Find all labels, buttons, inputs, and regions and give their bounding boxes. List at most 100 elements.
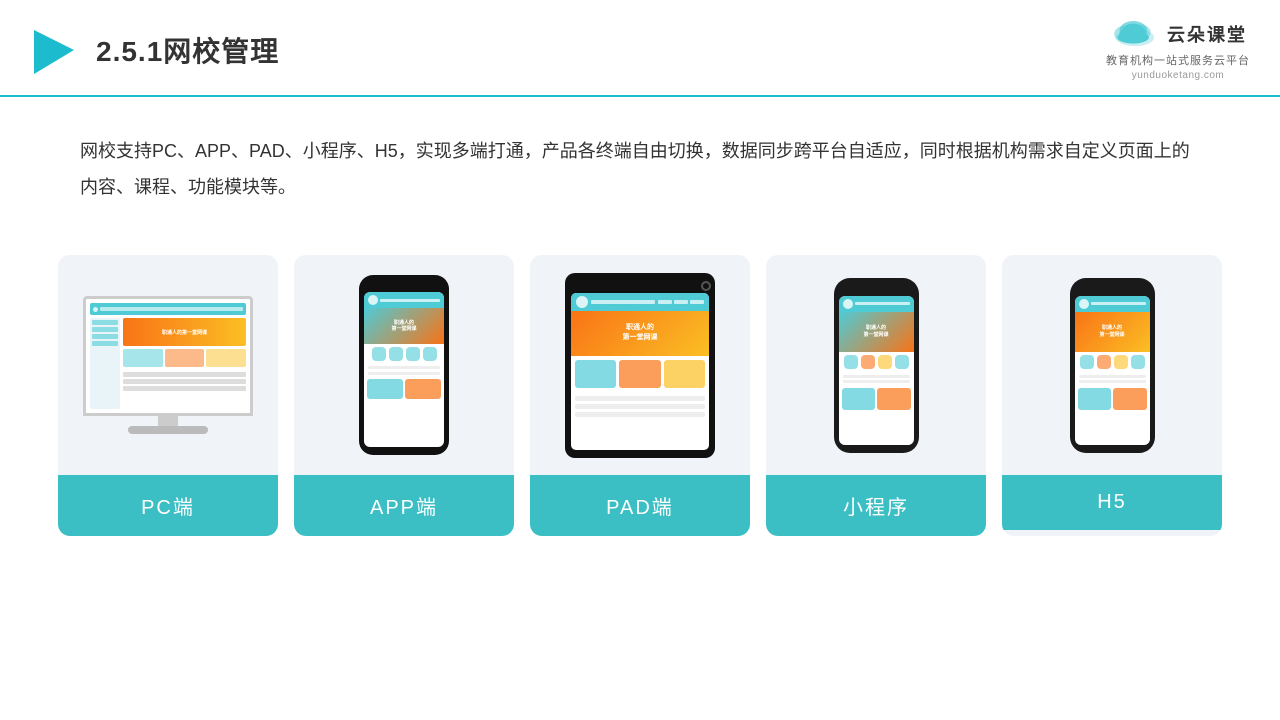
pc-cards-row <box>123 349 246 367</box>
tablet-banner: 职通人的第一堂网课 <box>571 311 709 356</box>
tablet-nav-1 <box>658 300 672 304</box>
mini-icon-2 <box>861 355 875 369</box>
card-label-miniprogram: 小程序 <box>766 475 986 536</box>
phone-banner-text-app: 职通人的第一堂网课 <box>391 320 416 333</box>
tablet-screen-header <box>571 293 709 311</box>
tablet-home-btn <box>701 281 711 291</box>
mini-icon-1 <box>844 355 858 369</box>
tablet-rows <box>571 392 709 421</box>
mini-banner-text-h5: 职通人的第一堂网课 <box>1099 325 1124 339</box>
phone-crd-1 <box>367 379 403 399</box>
phone-mini-mockup-mp: 职通人的第一堂网课 <box>834 278 919 453</box>
pc-search-bar <box>100 307 243 311</box>
tablet-row-1 <box>575 396 705 401</box>
mini-title-mp <box>855 302 910 305</box>
pc-content: 职通人的第一堂网课 <box>90 318 246 409</box>
tablet-logo <box>576 296 588 308</box>
pc-menu-4 <box>92 341 118 346</box>
pc-rows <box>123 372 246 391</box>
description-area: 网校支持PC、APP、PAD、小程序、H5，实现多端打通，产品各终端自由切换，数… <box>0 97 1280 225</box>
phone-icon-1 <box>372 347 386 361</box>
pc-menu-1 <box>92 320 118 325</box>
mini-card-1 <box>842 388 876 410</box>
mini-screen-header-h5 <box>1075 296 1150 312</box>
h5-icon-4 <box>1131 355 1145 369</box>
pc-card-1 <box>123 349 163 367</box>
logo-area: 云朵课堂 教育机构一站式服务云平台 yunduoketang.com <box>1106 18 1250 81</box>
h5-icon-2 <box>1097 355 1111 369</box>
h5-card-1 <box>1078 388 1112 410</box>
card-pc: 职通人的第一堂网课 <box>58 255 278 536</box>
pc-dot-1 <box>93 307 98 312</box>
pc-row-2 <box>123 379 246 384</box>
card-label-h5: H5 <box>1002 475 1222 530</box>
phone-mini-notch-h5 <box>1100 288 1124 293</box>
tablet-row-2 <box>575 404 705 409</box>
mini-logo-h5 <box>1079 299 1089 309</box>
tablet-card-2 <box>619 360 660 388</box>
card-app: 职通人的第一堂网课 <box>294 255 514 536</box>
pc-card-3 <box>206 349 246 367</box>
mini-cards-mp <box>839 386 914 412</box>
tablet-mockup: 职通人的第一堂网课 <box>565 273 715 458</box>
pc-row-3 <box>123 386 246 391</box>
tablet-banner-text: 职通人的第一堂网课 <box>623 323 658 343</box>
phone-mini-screen-h5: 职通人的第一堂网课 <box>1075 296 1150 445</box>
card-pad: 职通人的第一堂网课 PAD端 <box>530 255 750 536</box>
phone-notch-app <box>390 283 418 289</box>
phone-mini-mockup-h5: 职通人的第一堂网课 <box>1070 278 1155 453</box>
card-pc-image: 职通人的第一堂网课 <box>58 255 278 475</box>
phone-content-app <box>364 364 444 377</box>
tablet-nav-2 <box>674 300 688 304</box>
mini-icon-3 <box>878 355 892 369</box>
pc-sidebar <box>90 318 120 409</box>
logo-cloud: 云朵课堂 <box>1109 18 1247 50</box>
card-h5: 职通人的第一堂网课 <box>1002 255 1222 536</box>
pc-mockup: 职通人的第一堂网课 <box>78 296 258 434</box>
mini-icon-4 <box>895 355 909 369</box>
mini-banner-mp: 职通人的第一堂网课 <box>839 312 914 352</box>
h5-row-2 <box>1079 380 1146 383</box>
logo-sub-text: 教育机构一站式服务云平台 <box>1106 52 1250 68</box>
play-icon <box>30 26 78 74</box>
pc-menu-2 <box>92 327 118 332</box>
pc-main-area: 职通人的第一堂网课 <box>123 318 246 409</box>
card-label-pc: PC端 <box>58 475 278 536</box>
phone-screen-header-app <box>364 292 444 308</box>
phone-icon-2 <box>389 347 403 361</box>
card-label-pad: PAD端 <box>530 475 750 536</box>
h5-icon-3 <box>1114 355 1128 369</box>
header: 2.5.1网校管理 云朵课堂 教育机构一站式服务云平台 yunduoketang… <box>0 0 1280 97</box>
phone-icon-3 <box>406 347 420 361</box>
tablet-cards <box>571 356 709 392</box>
phone-screen-app: 职通人的第一堂网课 <box>364 292 444 447</box>
pc-header-bar <box>90 303 246 315</box>
h5-row-1 <box>1079 375 1146 378</box>
pc-menu-3 <box>92 334 118 339</box>
header-left: 2.5.1网校管理 <box>30 26 279 74</box>
pc-banner: 职通人的第一堂网课 <box>123 318 246 346</box>
mini-content-h5 <box>1075 372 1150 386</box>
phone-crd-2 <box>405 379 441 399</box>
tablet-nav-items <box>658 300 704 304</box>
pc-banner-text: 职通人的第一堂网课 <box>162 329 207 336</box>
phone-logo-app <box>368 295 378 305</box>
phone-mockup-app: 职通人的第一堂网课 <box>359 275 449 455</box>
phone-icon-4 <box>423 347 437 361</box>
pc-card-2 <box>165 349 205 367</box>
h5-card-2 <box>1113 388 1147 410</box>
card-miniprogram-image: 职通人的第一堂网课 <box>766 255 986 475</box>
tablet-title <box>591 300 655 304</box>
phone-mini-notch-mp <box>864 288 888 293</box>
mini-icons-h5 <box>1075 352 1150 372</box>
mini-row-1 <box>843 375 910 378</box>
description-text: 网校支持PC、APP、PAD、小程序、H5，实现多端打通，产品各终端自由切换，数… <box>80 133 1200 205</box>
phone-mini-screen-mp: 职通人的第一堂网课 <box>839 296 914 445</box>
mini-screen-header-mp <box>839 296 914 312</box>
pc-screen: 职通人的第一堂网课 <box>83 296 253 416</box>
logo-url: yunduoketang.com <box>1132 70 1225 81</box>
card-pad-image: 职通人的第一堂网课 <box>530 255 750 475</box>
card-miniprogram: 职通人的第一堂网课 <box>766 255 986 536</box>
phone-row-2 <box>368 372 440 375</box>
tablet-card-3 <box>664 360 705 388</box>
